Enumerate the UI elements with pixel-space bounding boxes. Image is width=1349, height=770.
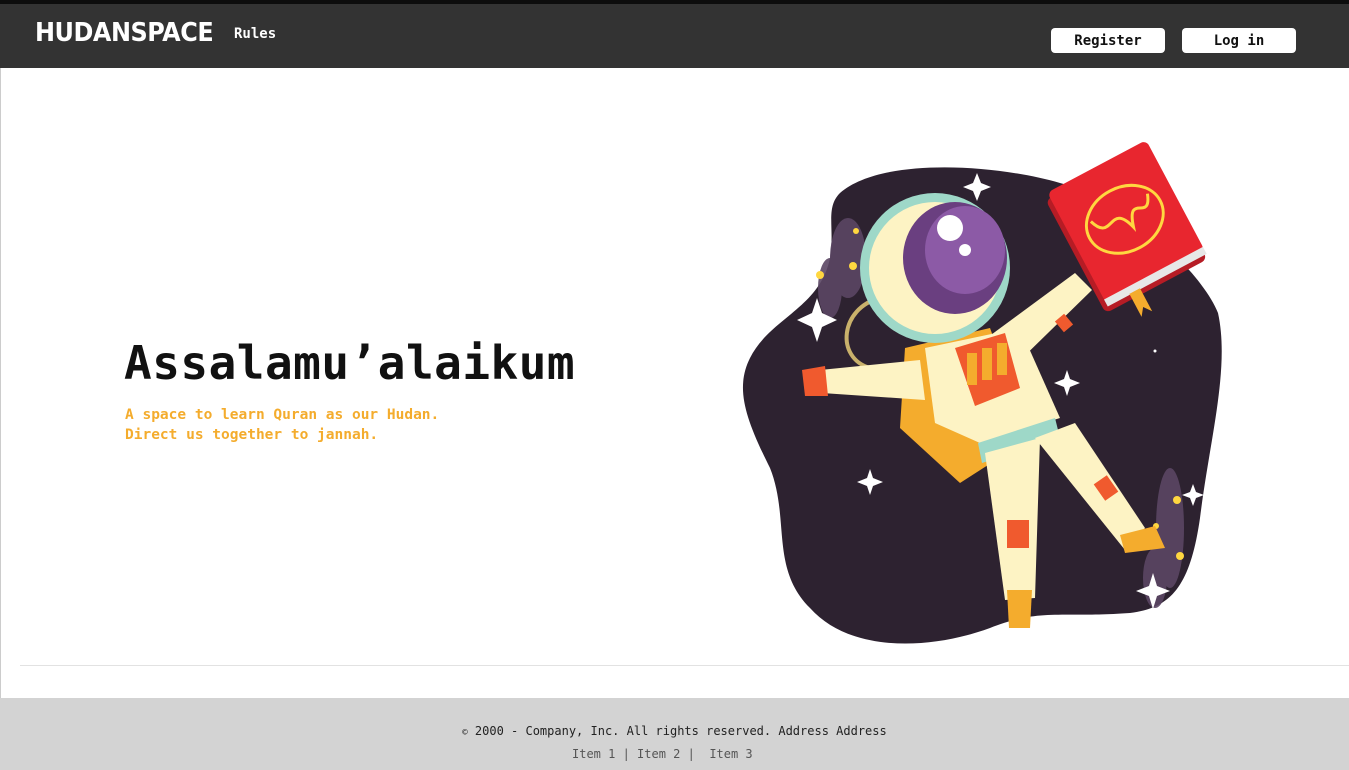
section-divider bbox=[20, 665, 1349, 666]
footer-separator: | bbox=[615, 747, 638, 761]
register-button[interactable]: Register bbox=[1051, 28, 1165, 53]
footer-link-item-3[interactable]: Item 3 bbox=[709, 747, 752, 761]
copyright-text: © 2000 - Company, Inc. All rights reserv… bbox=[0, 724, 1349, 738]
left-glove bbox=[802, 366, 828, 396]
footer: © 2000 - Company, Inc. All rights reserv… bbox=[0, 698, 1349, 770]
page-left-border bbox=[0, 68, 1, 698]
footer-separator: | bbox=[680, 747, 710, 761]
site-logo[interactable]: HUDANSPACE bbox=[35, 18, 214, 48]
hero-title: Assalamu’alaikum bbox=[124, 336, 576, 390]
navbar: HUDANSPACE Rules Register Log in bbox=[0, 4, 1349, 68]
copyright-line: 2000 - Company, Inc. All rights reserved… bbox=[467, 724, 887, 738]
login-button[interactable]: Log in bbox=[1182, 28, 1296, 53]
footer-link-item-1[interactable]: Item 1 bbox=[572, 747, 615, 761]
hero-subtitle-line-1: A space to learn Quran as our Hudan. bbox=[125, 407, 440, 423]
hero-subtitle: A space to learn Quran as our Hudan. Dir… bbox=[125, 405, 439, 445]
footer-links: Item 1 | Item 2 | Item 3 bbox=[572, 747, 753, 761]
hero-subtitle-line-2: Direct us together to jannah. bbox=[125, 427, 379, 443]
nav-link-rules[interactable]: Rules bbox=[234, 26, 276, 42]
astronaut-illustration bbox=[742, 142, 1222, 644]
footer-link-item-2[interactable]: Item 2 bbox=[637, 747, 680, 761]
